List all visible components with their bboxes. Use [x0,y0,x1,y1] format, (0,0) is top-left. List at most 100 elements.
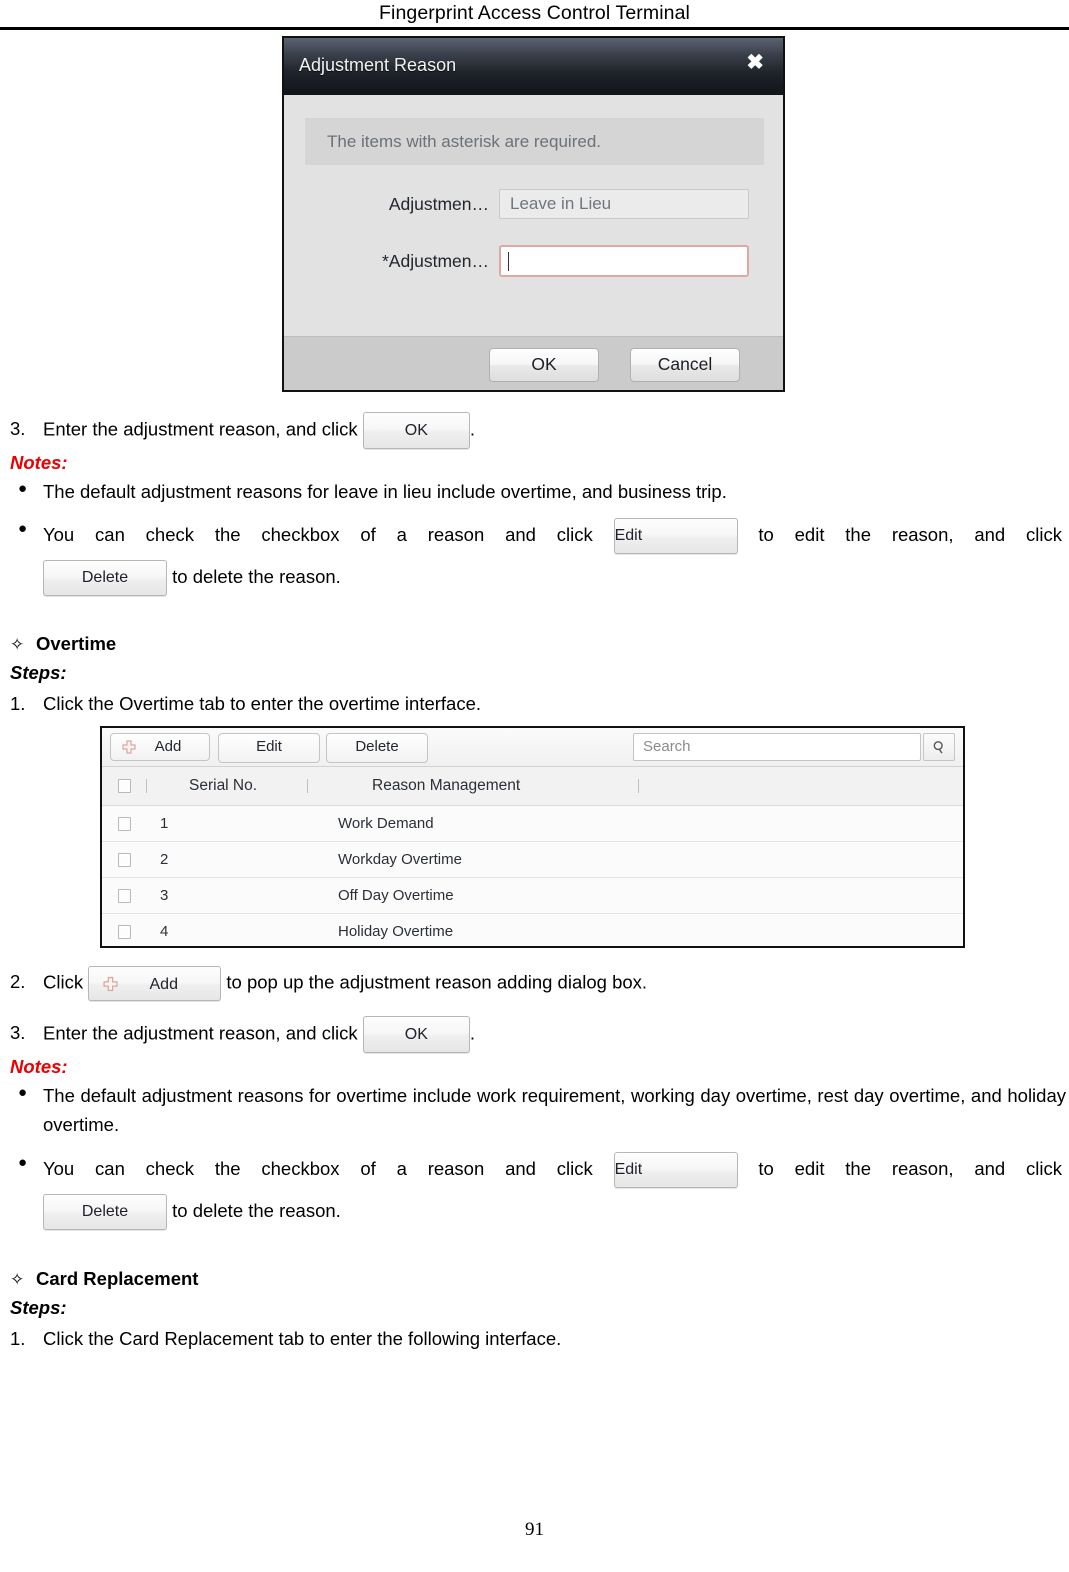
overtime-note-2-line-2: Delete to delete the reason. [43,1194,1062,1230]
delete-button-glyph[interactable]: Delete [43,560,167,596]
plus-icon [103,976,118,991]
dialog-title-bar: Adjustment Reason ✖ [284,38,783,95]
section-heading-card-replacement: ✧ Card Replacement [10,1268,198,1290]
dialog-cancel-button[interactable]: Cancel [630,348,740,382]
row-reason: Work Demand [338,815,434,832]
adjustment-type-field-row: Adjustmen… Leave in Lieu [324,189,749,219]
row-serial-no: 3 [160,887,169,904]
diamond-bullet-icon: ✧ [10,634,25,654]
table-toolbar: Add Edit Delete Search [102,728,963,767]
overtime-note-2-text-after: to delete the reason. [172,1199,341,1221]
row-checkbox[interactable] [102,816,146,831]
overtime-step-2-text-before: Click [43,971,84,993]
overtime-step-3-text-after: . [469,1022,475,1044]
row-checkbox[interactable] [102,888,146,903]
diamond-bullet-icon: ✧ [10,1269,25,1289]
row-checkbox[interactable] [102,852,146,867]
required-fields-notice: The items with asterisk are required. [305,118,764,165]
overtime-reason-table-screenshot: Add Edit Delete Search Serial No. Reason… [100,726,965,948]
adjustment-type-input[interactable]: Leave in Lieu [499,189,749,219]
table-row[interactable]: 1 Work Demand [102,806,963,842]
card-replacement-step-1-text: Click the Card Replacement tab to enter … [43,1328,562,1349]
leave-step-3-number: 3. [10,418,26,440]
overtime-step-1: 1. Click the Overtime tab to enter the o… [10,692,1060,716]
overtime-note-2-text-before: You can check the checkbox of a reason a… [43,1157,593,1179]
section-title-card-replacement: Card Replacement [36,1268,199,1289]
row-serial-no: 2 [160,851,169,868]
overtime-step-2-number: 2. [10,971,26,993]
bullet-icon: ● [18,1154,28,1171]
text-caret [508,252,509,271]
row-checkbox[interactable] [102,924,146,939]
leave-step-3-text-before: Enter the adjustment reason, and click [43,418,358,440]
adjustment-reason-label: *Adjustmen… [382,250,489,271]
leave-note-2-text-middle: to edit the reason, and click [758,523,1062,545]
overtime-step-2: 2. Click Add to pop up the adjustment re… [10,966,1060,1001]
leave-note-2-text-before: You can check the checkbox of a reason a… [43,523,593,545]
overtime-note-1-text: The default adjustment reasons for overt… [43,1085,1066,1135]
table-delete-button[interactable]: Delete [326,733,428,763]
bullet-icon: ● [18,480,28,497]
overtime-step-2-body: Click Add to pop up the adjustment reaso… [43,966,647,1001]
search-button[interactable] [923,733,955,761]
adjustment-reason-field-row: *Adjustmen… [324,245,749,277]
add-button-glyph-label: Add [149,976,178,993]
delete-button-glyph[interactable]: Delete [43,1194,167,1230]
adjustment-reason-input[interactable] [499,245,749,277]
row-reason: Off Day Overtime [338,887,454,904]
bullet-icon: ● [18,1084,28,1101]
leave-note-1-text: The default adjustment reasons for leave… [43,481,727,502]
leave-step-3: 3. Enter the adjustment reason, and clic… [10,412,1060,449]
add-button-glyph[interactable]: Add [88,966,222,1001]
table-row[interactable]: 3 Off Day Overtime [102,878,963,914]
column-header-reason-management[interactable]: Reason Management [308,777,638,795]
leave-step-3-body: Enter the adjustment reason, and click O… [43,412,475,449]
leave-note-2-text: You can check the checkbox of a reason a… [43,518,1062,596]
adjustment-type-label: Adjustmen… [388,193,489,214]
table-edit-button[interactable]: Edit [218,733,320,763]
leave-note-2-line-2: Delete to delete the reason. [43,560,1062,596]
ok-button-glyph[interactable]: OK [362,412,470,449]
bullet-icon: ● [18,520,28,537]
overtime-note-2-text-middle: to edit the reason, and click [758,1157,1062,1179]
page-number: 91 [525,1519,544,1540]
table-row[interactable]: 2 Workday Overtime [102,842,963,878]
overtime-step-3: 3. Enter the adjustment reason, and clic… [10,1016,1060,1053]
close-icon[interactable]: ✖ [746,52,764,73]
overtime-step-3-text-before: Enter the adjustment reason, and click [43,1022,358,1044]
select-all-checkbox[interactable] [102,779,146,793]
column-header-serial-no[interactable]: Serial No. [147,777,307,795]
edit-button-glyph[interactable]: Edit [613,1152,738,1188]
table-add-label: Add [154,738,182,755]
overtime-step-1-text: Click the Overtime tab to enter the over… [43,693,482,714]
leave-notes-label: Notes: [10,452,68,473]
adjustment-reason-dialog-screenshot: Adjustment Reason ✖ The items with aster… [282,36,785,392]
row-serial-no: 4 [160,923,169,940]
overtime-step-3-number: 3. [10,1022,26,1044]
section-heading-overtime: ✧ Overtime [10,633,116,655]
table-search-input[interactable]: Search [633,733,921,761]
overtime-note-2-line-1: You can check the checkbox of a reason a… [43,1152,1062,1188]
dialog-body: The items with asterisk are required. Ad… [284,95,783,336]
dialog-title: Adjustment Reason [299,55,457,75]
card-replacement-step-1-number: 1. [10,1328,26,1349]
leave-note-2: ● You can check the checkbox of a reason… [10,518,1062,596]
table-row[interactable]: 4 Holiday Overtime [102,914,963,946]
overtime-note-1: ● The default adjustment reasons for ove… [10,1082,1066,1139]
page-running-header: Fingerprint Access Control Terminal [379,2,690,24]
overtime-step-3-body: Enter the adjustment reason, and click O… [43,1016,475,1053]
row-reason: Workday Overtime [338,851,462,868]
dialog-ok-button[interactable]: OK [489,348,599,382]
dialog-footer: OK Cancel [284,336,783,390]
ok-button-glyph[interactable]: OK [362,1016,470,1053]
column-divider [638,779,639,793]
card-replacement-steps-label: Steps: [10,1297,67,1318]
card-replacement-step-1: 1. Click the Card Replacement tab to ent… [10,1327,1060,1351]
header-divider [0,27,1069,30]
row-serial-no: 1 [160,815,169,832]
leave-step-3-text-after: . [469,418,475,440]
overtime-step-2-text-after: to pop up the adjustment reason adding d… [226,971,648,993]
plus-icon [122,740,136,754]
table-add-button[interactable]: Add [110,733,210,761]
edit-button-glyph[interactable]: Edit [613,518,738,554]
